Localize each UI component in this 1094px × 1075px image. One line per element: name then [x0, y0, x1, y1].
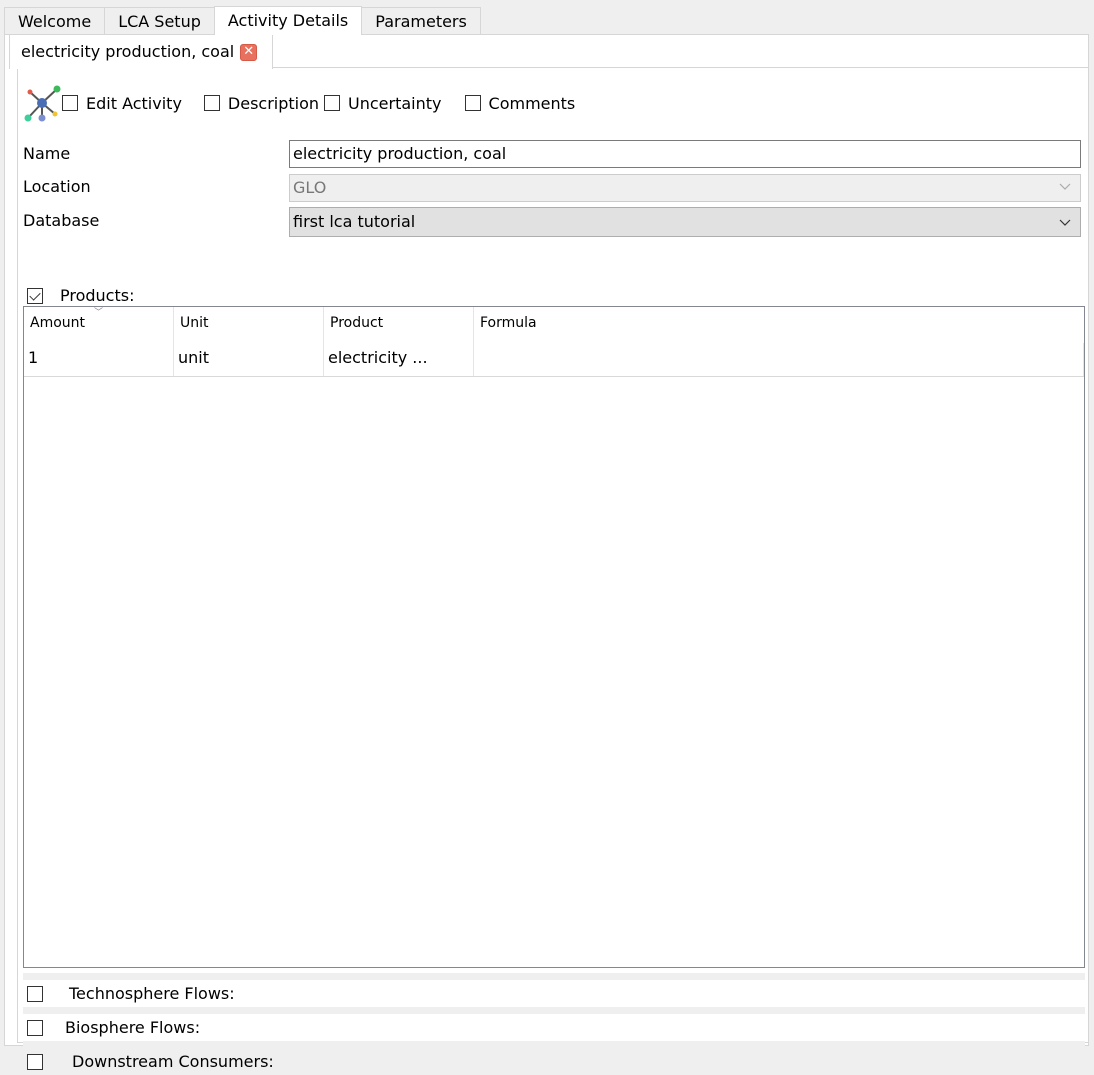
- tab-activity-details[interactable]: Activity Details: [213, 6, 363, 35]
- table-header: ﹀ Amount Unit Product Formula: [24, 307, 1084, 343]
- biosphere-checkbox[interactable]: [27, 1019, 43, 1036]
- technosphere-flows-toggle[interactable]: Technosphere Flows:: [27, 980, 235, 1007]
- activity-tab-label: electricity production, coal: [21, 42, 235, 61]
- name-input[interactable]: electricity production, coal: [289, 140, 1081, 168]
- cell-amount[interactable]: 1: [24, 343, 174, 376]
- location-label: Location: [23, 177, 91, 196]
- downstream-label: Downstream Consumers:: [72, 1052, 274, 1071]
- column-header-unit[interactable]: Unit: [174, 307, 324, 343]
- divider: [23, 973, 1085, 980]
- checkbox[interactable]: [324, 95, 341, 111]
- checkbox-label: Comments: [488, 93, 576, 113]
- activity-panel: Edit Activity Description Uncertainty Co…: [17, 67, 1089, 1071]
- activity-tab[interactable]: electricity production, coal ✕: [9, 35, 273, 69]
- cell-product[interactable]: electricity ...: [324, 343, 474, 376]
- divider: [23, 1041, 1085, 1048]
- products-table: ﹀ Amount Unit Product Formula 1 unit ele…: [23, 306, 1085, 968]
- checkbox-label: Description: [227, 93, 320, 113]
- column-label: Amount: [30, 315, 86, 331]
- biosphere-label: Biosphere Flows:: [65, 1018, 201, 1037]
- column-header-amount[interactable]: ﹀ Amount: [24, 307, 174, 343]
- description-checkbox[interactable]: Description: [203, 93, 320, 113]
- column-header-product[interactable]: Product: [324, 307, 474, 343]
- checkbox-label: Uncertainty: [348, 93, 442, 113]
- checkbox[interactable]: [62, 95, 78, 111]
- comments-checkbox[interactable]: Comments: [464, 93, 576, 113]
- outer-tab-bar: Welcome LCA Setup Activity Details Param…: [4, 6, 481, 35]
- close-icon[interactable]: ✕: [240, 43, 258, 61]
- table-row[interactable]: 1 unit electricity ...: [24, 343, 1084, 377]
- downstream-consumers-toggle[interactable]: Downstream Consumers:: [27, 1048, 274, 1075]
- divider: [23, 1007, 1085, 1014]
- edit-activity-checkbox[interactable]: Edit Activity: [62, 94, 182, 113]
- downstream-checkbox[interactable]: [27, 1053, 43, 1070]
- products-checkbox[interactable]: [27, 287, 43, 304]
- technosphere-label: Technosphere Flows:: [69, 984, 235, 1003]
- biosphere-flows-toggle[interactable]: Biosphere Flows:: [27, 1014, 200, 1041]
- activity-details-pane: electricity production, coal ✕ Edit Acti…: [4, 34, 1089, 1071]
- checkbox[interactable]: [203, 95, 220, 111]
- tab-parameters[interactable]: Parameters: [361, 7, 481, 35]
- uncertainty-checkbox[interactable]: Uncertainty: [324, 93, 442, 113]
- location-combobox: GLO: [289, 174, 1081, 202]
- chevron-down-icon: [1059, 183, 1071, 190]
- column-header-formula[interactable]: Formula: [474, 307, 1084, 343]
- location-value: GLO: [293, 178, 327, 197]
- chevron-down-icon: [1059, 219, 1071, 226]
- sort-indicator-icon: ﹀: [94, 308, 104, 318]
- products-toggle[interactable]: Products:: [27, 286, 134, 305]
- checkbox-label: Edit Activity: [86, 93, 182, 113]
- technosphere-checkbox[interactable]: [27, 985, 43, 1002]
- tab-welcome[interactable]: Welcome: [4, 7, 106, 35]
- database-value: first lca tutorial: [293, 212, 416, 231]
- cell-formula[interactable]: [474, 343, 1084, 376]
- name-label: Name: [23, 144, 71, 163]
- database-combobox[interactable]: first lca tutorial: [289, 207, 1081, 237]
- database-label: Database: [23, 211, 100, 230]
- checkbox[interactable]: [464, 95, 481, 111]
- products-label: Products:: [60, 286, 135, 305]
- tab-lca-setup[interactable]: LCA Setup: [104, 7, 215, 35]
- activity-toolbar: Edit Activity Description Uncertainty Co…: [23, 84, 575, 122]
- cell-unit[interactable]: unit: [174, 343, 324, 376]
- graph-network-icon[interactable]: [23, 84, 61, 122]
